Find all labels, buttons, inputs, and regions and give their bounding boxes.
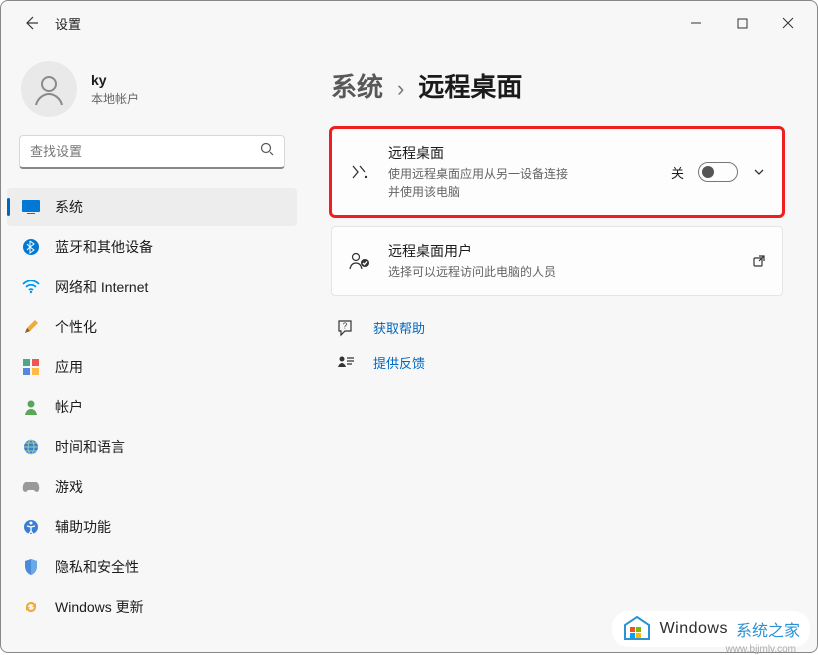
nav-label: 系统 [55, 197, 83, 217]
window-body: ky 本地帐户 系统 蓝牙和其他设备 [1, 45, 817, 652]
window-title: 设置 [55, 14, 81, 33]
feedback-icon [337, 354, 355, 372]
search-box[interactable] [19, 135, 285, 169]
user-text: ky 本地帐户 [91, 72, 139, 107]
nav-windows-update[interactable]: Windows 更新 [7, 588, 297, 626]
card-description: 选择可以远程访问此电脑的人员 [388, 263, 736, 281]
nav: 系统 蓝牙和其他设备 网络和 Internet 个性化 应用 [1, 187, 303, 627]
watermark-brand: Windows [660, 620, 728, 638]
nav-gaming[interactable]: 游戏 [7, 468, 297, 506]
link-text: 获取帮助 [373, 318, 425, 337]
nav-accounts[interactable]: 帐户 [7, 388, 297, 426]
nav-label: 应用 [55, 357, 83, 377]
nav-apps[interactable]: 应用 [7, 348, 297, 386]
breadcrumb: 系统 › 远程桌面 [331, 67, 783, 104]
user-name: ky [91, 72, 139, 88]
nav-label: 辅助功能 [55, 517, 111, 537]
nav-label: 帐户 [55, 397, 83, 417]
card-text: 远程桌面 使用远程桌面应用从另一设备连接并使用该电脑 [388, 143, 655, 201]
update-icon [21, 597, 41, 617]
minimize-button[interactable] [673, 7, 719, 39]
bluetooth-icon [21, 237, 41, 257]
nav-label: 蓝牙和其他设备 [55, 237, 153, 257]
back-button[interactable] [21, 13, 41, 33]
nav-label: Windows 更新 [55, 597, 144, 617]
chevron-down-icon[interactable] [752, 165, 766, 179]
shield-icon [21, 557, 41, 577]
watermark: Windows 系统之家 [612, 611, 810, 647]
avatar [21, 61, 77, 117]
accessibility-icon [21, 517, 41, 537]
close-button[interactable] [765, 7, 811, 39]
card-right [752, 254, 766, 268]
card-description: 使用远程桌面应用从另一设备连接并使用该电脑 [388, 165, 568, 201]
titlebar-right [673, 7, 811, 39]
breadcrumb-separator: › [397, 76, 404, 102]
system-icon [21, 197, 41, 217]
nav-label: 游戏 [55, 477, 83, 497]
remote-desktop-icon [348, 162, 372, 182]
remote-users-card[interactable]: 远程桌面用户 选择可以远程访问此电脑的人员 [331, 226, 783, 296]
link-text: 提供反馈 [373, 353, 425, 372]
watermark-logo-icon [622, 615, 652, 643]
help-icon: ? [337, 319, 355, 337]
feedback-link[interactable]: 提供反馈 [337, 353, 783, 372]
nav-privacy[interactable]: 隐私和安全性 [7, 548, 297, 586]
globe-icon [21, 437, 41, 457]
search-wrap [1, 135, 303, 187]
settings-window: 设置 ky 本地帐户 [0, 0, 818, 653]
watermark-suffix: 系统之家 [736, 617, 800, 641]
breadcrumb-current: 远程桌面 [418, 67, 522, 104]
nav-personalization[interactable]: 个性化 [7, 308, 297, 346]
main-content: 系统 › 远程桌面 远程桌面 使用远程桌面应用从另一设备连接并使用该电脑 关 [303, 45, 817, 652]
help-links: ? 获取帮助 提供反馈 [331, 318, 783, 372]
remote-desktop-toggle[interactable] [698, 162, 738, 182]
user-subtitle: 本地帐户 [91, 90, 139, 107]
external-link-icon [752, 254, 766, 268]
search-input[interactable] [30, 144, 260, 159]
nav-label: 时间和语言 [55, 437, 125, 457]
maximize-button[interactable] [719, 7, 765, 39]
breadcrumb-parent[interactable]: 系统 [331, 67, 383, 104]
nav-label: 个性化 [55, 317, 97, 337]
wifi-icon [21, 277, 41, 297]
card-title: 远程桌面 [388, 143, 655, 163]
card-title: 远程桌面用户 [388, 241, 736, 261]
nav-system[interactable]: 系统 [7, 188, 297, 226]
nav-network[interactable]: 网络和 Internet [7, 268, 297, 306]
nav-accessibility[interactable]: 辅助功能 [7, 508, 297, 546]
get-help-link[interactable]: ? 获取帮助 [337, 318, 783, 337]
nav-label: 网络和 Internet [55, 277, 148, 297]
toggle-label: 关 [671, 163, 684, 182]
nav-label: 隐私和安全性 [55, 557, 139, 577]
svg-text:?: ? [343, 321, 348, 330]
apps-icon [21, 357, 41, 377]
watermark-url: www.bjjmlv.com [726, 644, 796, 655]
titlebar: 设置 [1, 1, 817, 45]
nav-time-language[interactable]: 时间和语言 [7, 428, 297, 466]
account-icon [21, 397, 41, 417]
user-row[interactable]: ky 本地帐户 [1, 53, 303, 135]
gamepad-icon [21, 477, 41, 497]
users-icon [348, 252, 372, 270]
titlebar-left: 设置 [7, 13, 81, 33]
card-right: 关 [671, 162, 766, 182]
brush-icon [21, 317, 41, 337]
remote-desktop-card[interactable]: 远程桌面 使用远程桌面应用从另一设备连接并使用该电脑 关 [331, 128, 783, 216]
sidebar: ky 本地帐户 系统 蓝牙和其他设备 [1, 45, 303, 652]
search-icon [260, 142, 274, 161]
nav-bluetooth[interactable]: 蓝牙和其他设备 [7, 228, 297, 266]
card-text: 远程桌面用户 选择可以远程访问此电脑的人员 [388, 241, 736, 281]
